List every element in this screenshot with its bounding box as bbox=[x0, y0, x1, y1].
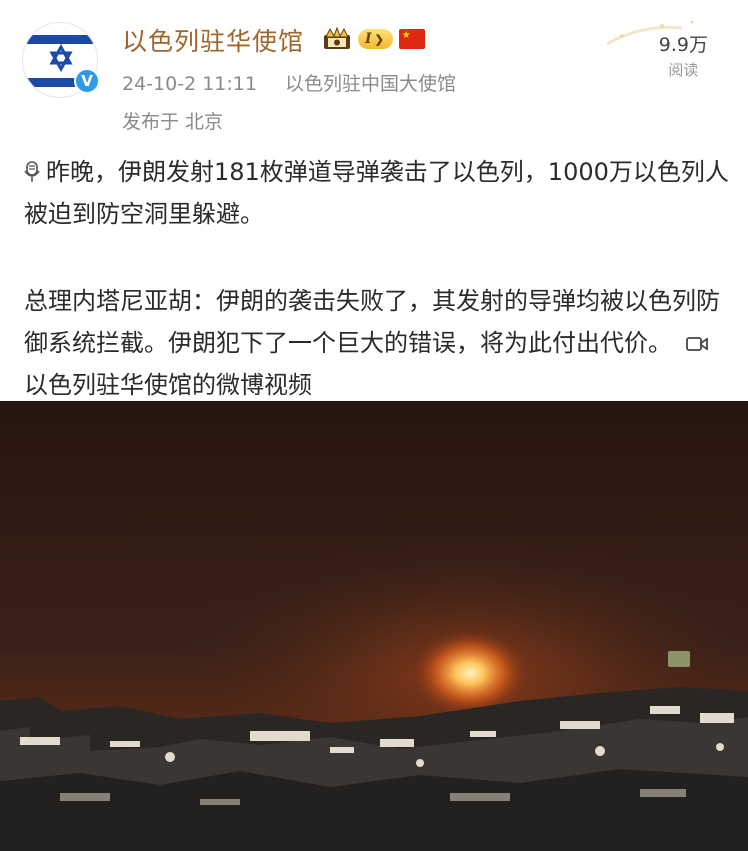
video-frame-image bbox=[0, 401, 748, 851]
microphone-icon bbox=[24, 161, 40, 182]
chevron-right-icon: ❯ bbox=[374, 32, 384, 46]
crown-badge-icon[interactable] bbox=[322, 27, 352, 51]
video-player[interactable] bbox=[0, 401, 748, 851]
post-timestamp: 24-10-2 11:11 bbox=[122, 73, 257, 95]
view-count-number: 9.9万 bbox=[658, 34, 708, 56]
post-paragraph-1: 昨晚，伊朗发射181枚弹道导弹袭击了以色列，1000万以色列人被迫到防空洞里躲避… bbox=[24, 151, 732, 235]
post-paragraph-2: 总理内塔尼亚胡：伊朗的袭击失败了，其发射的导弹均被以色列防御系统拦截。伊朗犯下了… bbox=[24, 280, 732, 406]
paragraph-2-text: 总理内塔尼亚胡：伊朗的袭击失败了，其发射的导弹均被以色列防御系统拦截。伊朗犯下了… bbox=[24, 287, 720, 357]
china-flag-icon: ★ bbox=[398, 29, 425, 49]
level-badge[interactable]: I ❯ bbox=[358, 29, 393, 49]
user-badges: I ❯ ★ bbox=[322, 26, 425, 52]
verified-icon: V bbox=[74, 68, 100, 94]
view-count: 9.9万 阅读 bbox=[659, 30, 708, 80]
video-link[interactable]: 以色列驻华使馆的微博视频 bbox=[24, 371, 312, 399]
post-location: 发布于 北京 bbox=[122, 111, 224, 133]
author-name[interactable]: 以色列驻华使馆 bbox=[122, 22, 304, 58]
view-count-label: 阅读 bbox=[668, 61, 699, 79]
post-source: 以色列驻中国大使馆 bbox=[285, 73, 457, 95]
paragraph-1-text: 昨晚，伊朗发射181枚弹道导弹袭击了以色列，1000万以色列人被迫到防空洞里躲避… bbox=[24, 158, 729, 228]
weibo-post: V 以色列驻华使馆 I ❯ ★ 24-10-2 11:11 以色列驻中国大使馆 … bbox=[0, 0, 748, 851]
post-meta: 24-10-2 11:11 以色列驻中国大使馆 bbox=[122, 69, 456, 96]
video-camera-icon[interactable] bbox=[686, 335, 708, 353]
level-label: I bbox=[365, 31, 372, 47]
